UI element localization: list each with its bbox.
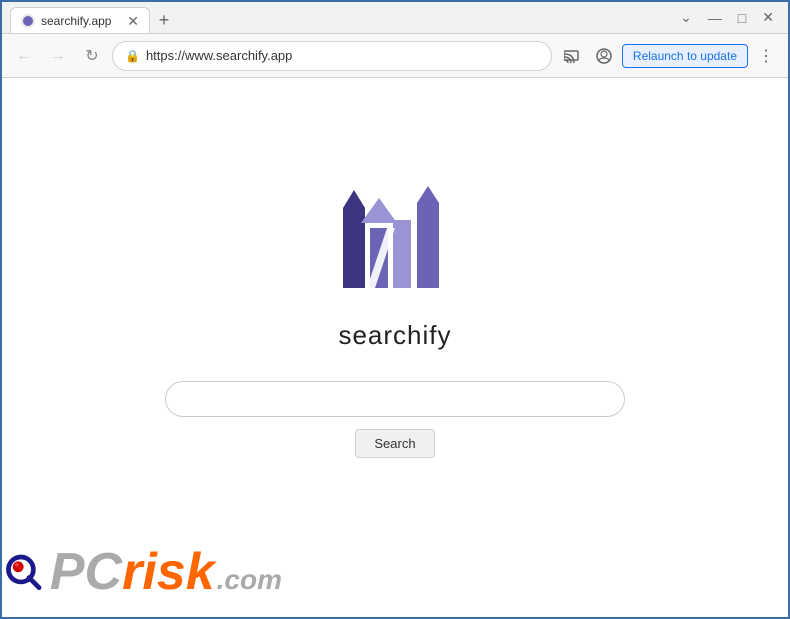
browser-menu-button[interactable]: ⋮ [752,42,780,70]
pcrisk-watermark: PC risk .com [2,527,282,617]
tab-favicon [21,14,35,28]
searchify-logo [335,178,455,308]
browser-window: searchify.app ✕ + ⌄ — □ ✕ ← → ↻ 🔒 [0,0,790,619]
close-button[interactable]: ✕ [756,7,780,28]
search-button[interactable]: Search [355,429,434,458]
forward-button[interactable]: → [44,42,72,70]
profile-button[interactable] [590,42,618,70]
active-tab[interactable]: searchify.app ✕ [10,7,150,33]
lock-icon: 🔒 [125,49,140,63]
search-container: Search [165,381,625,458]
tab-close-button[interactable]: ✕ [127,14,139,28]
navigation-bar: ← → ↻ 🔒 Relaun [2,34,788,78]
maximize-button[interactable]: □ [732,8,752,28]
reload-button[interactable]: ↻ [78,42,106,70]
pcrisk-icon [2,540,46,605]
risk-text: risk [122,546,215,598]
nav-right-controls: Relaunch to update ⋮ [558,42,780,70]
dotcom-text: .com [217,566,282,594]
title-bar: searchify.app ✕ + ⌄ — □ ✕ [2,2,788,34]
new-tab-button[interactable]: + [150,7,178,33]
pc-text: PC [50,546,122,598]
minimize-button[interactable]: — [702,8,728,28]
logo-container: searchify [335,178,455,351]
pcrisk-brand-text: PC risk .com [50,546,282,598]
chevron-down-icon[interactable]: ⌄ [674,7,698,28]
search-input[interactable] [165,381,625,417]
address-bar[interactable]: 🔒 [112,41,552,71]
brand-name: searchify [338,320,451,351]
cast-button[interactable] [558,42,586,70]
tab-label: searchify.app [41,14,121,28]
back-button[interactable]: ← [10,42,38,70]
window-controls: ⌄ — □ ✕ [674,7,780,28]
relaunch-button[interactable]: Relaunch to update [622,44,748,68]
url-input[interactable] [146,48,539,63]
tab-area: searchify.app ✕ + [10,2,666,33]
page-content: searchify Search PC risk .com [2,78,788,617]
